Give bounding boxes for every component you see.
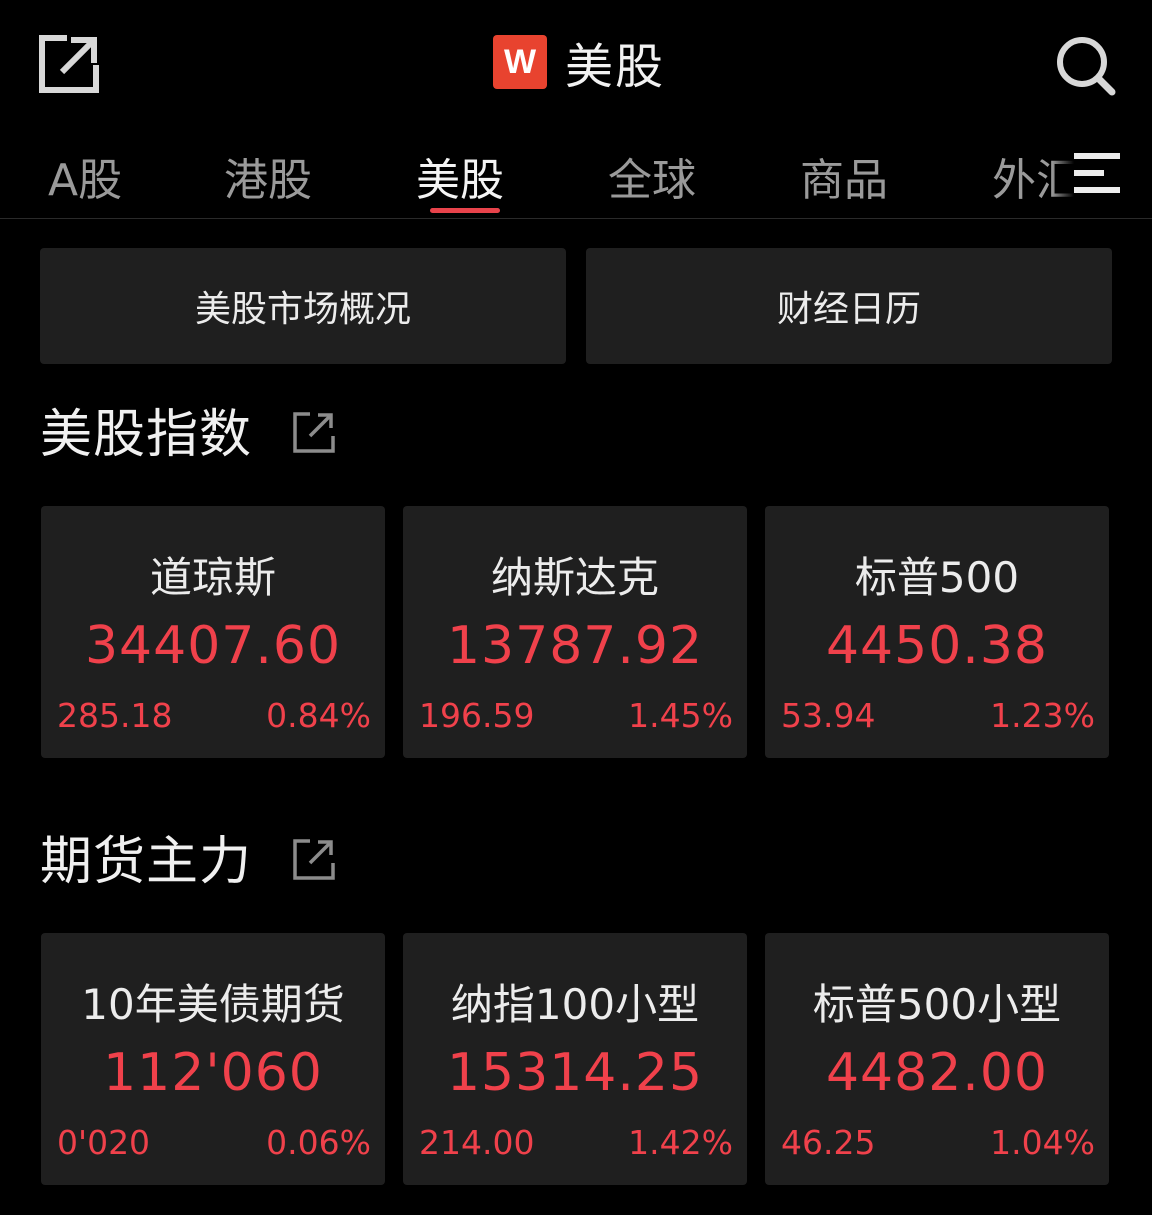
title-area: W 美股	[0, 30, 1152, 95]
page-title: 美股	[564, 39, 665, 95]
tab-us-stocks[interactable]: 美股	[416, 144, 504, 208]
active-tab-indicator	[430, 208, 500, 213]
top-bar: W 美股	[0, 0, 1152, 130]
card-change-percent: 0.84%	[266, 696, 371, 735]
card-price: 4450.38	[825, 616, 1049, 676]
external-link-icon[interactable]	[292, 837, 336, 881]
card-change: 214.00	[419, 1123, 535, 1162]
card-change: 285.18	[57, 696, 173, 735]
card-change-percent: 1.23%	[990, 696, 1095, 735]
card-change-percent: 1.42%	[628, 1123, 733, 1162]
card-change: 53.94	[781, 696, 876, 735]
index-card-nasdaq[interactable]: 纳斯达克 13787.92 196.59 1.45%	[403, 506, 747, 758]
card-price: 34407.60	[84, 616, 342, 676]
tab-hk-stocks[interactable]: 港股	[224, 144, 312, 208]
card-name: 标普500	[854, 553, 1020, 602]
card-price: 13787.92	[446, 616, 704, 676]
card-change: 196.59	[419, 696, 535, 735]
futures-card-10y-treasury[interactable]: 10年美债期货 112'060 0'020 0.06%	[41, 933, 385, 1185]
menu-icon	[1074, 153, 1120, 193]
card-price: 15314.25	[446, 1043, 704, 1103]
us-market-overview-label: 美股市场概况	[194, 289, 411, 330]
search-icon	[1057, 37, 1116, 96]
card-name: 标普500小型	[812, 980, 1062, 1029]
futures-card-nasdaq100-mini[interactable]: 纳指100小型 15314.25 214.00 1.42%	[403, 933, 747, 1185]
card-price: 4482.00	[825, 1043, 1049, 1103]
card-change: 46.25	[781, 1123, 876, 1162]
card-price: 112'060	[103, 1043, 323, 1103]
index-card-sp500[interactable]: 标普500 4450.38 53.94 1.23%	[765, 506, 1109, 758]
card-change-percent: 1.45%	[628, 696, 733, 735]
brand-logo-text: W	[503, 43, 537, 81]
tab-commodities[interactable]: 商品	[800, 144, 888, 208]
card-name: 10年美债期货	[81, 980, 345, 1029]
us-market-overview-button[interactable]: 美股市场概况	[40, 248, 566, 364]
search-button[interactable]	[1054, 34, 1116, 96]
index-card-dow[interactable]: 道琼斯 34407.60 285.18 0.84%	[41, 506, 385, 758]
section-title: 美股指数	[40, 404, 253, 465]
tab-global[interactable]: 全球	[608, 144, 696, 208]
card-name: 纳指100小型	[450, 980, 700, 1029]
tab-menu-button[interactable]	[1072, 150, 1122, 196]
us-indices-header[interactable]: 美股指数	[40, 394, 336, 465]
external-link-icon[interactable]	[292, 410, 336, 454]
card-change: 0'020	[57, 1123, 151, 1162]
financial-calendar-label: 财经日历	[776, 289, 921, 330]
card-change-percent: 1.04%	[990, 1123, 1095, 1162]
card-change-percent: 0.06%	[266, 1123, 371, 1162]
section-title: 期货主力	[40, 831, 253, 892]
futures-header[interactable]: 期货主力	[40, 821, 336, 892]
card-name: 道琼斯	[149, 553, 276, 602]
market-tabs: A股 港股 美股 全球 商品 外汇	[0, 130, 1152, 219]
card-name: 纳斯达克	[490, 553, 659, 602]
tab-a-share[interactable]: A股	[48, 144, 122, 208]
futures-card-sp500-mini[interactable]: 标普500小型 4482.00 46.25 1.04%	[765, 933, 1109, 1185]
brand-logo: W	[492, 35, 547, 89]
financial-calendar-button[interactable]: 财经日历	[586, 248, 1112, 364]
